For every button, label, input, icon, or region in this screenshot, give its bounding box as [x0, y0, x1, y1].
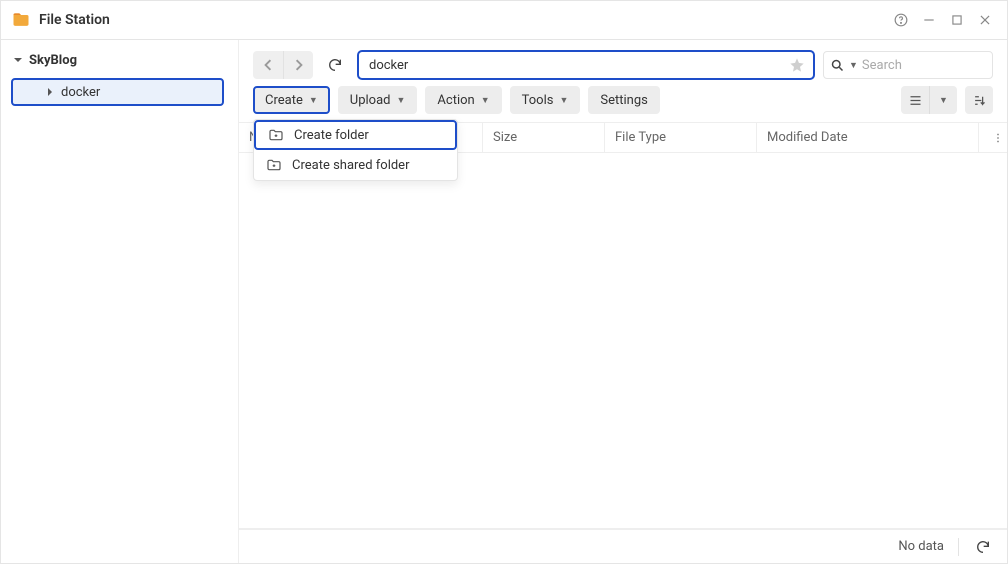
create-shared-folder-label: Create shared folder: [292, 158, 409, 173]
status-text: No data: [898, 539, 944, 554]
nav-forward-button[interactable]: [283, 51, 313, 79]
tools-button[interactable]: Tools▼: [510, 86, 581, 114]
folder-plus-icon: [268, 127, 284, 143]
chevron-down-icon[interactable]: ▼: [849, 60, 858, 71]
chevron-down-icon: ▼: [481, 95, 490, 106]
path-input[interactable]: [369, 58, 789, 73]
create-folder-item[interactable]: Create folder: [254, 120, 457, 150]
tree-child-label: docker: [61, 85, 100, 100]
chevron-down-icon: [11, 55, 25, 65]
search-input[interactable]: [862, 58, 1008, 73]
window-title: File Station: [39, 12, 110, 28]
status-bar: No data: [239, 529, 1007, 563]
create-folder-label: Create folder: [294, 128, 369, 143]
path-box[interactable]: [357, 50, 815, 80]
list-view-button[interactable]: [901, 86, 929, 114]
column-size[interactable]: Size: [483, 123, 605, 152]
main-panel: ▼ Create▼ Upload▼ Action▼ Tools▼ Setting…: [239, 40, 1007, 563]
chevron-down-icon: ▼: [559, 95, 568, 106]
favorite-star-icon[interactable]: [789, 57, 805, 73]
toolbar-navigation: ▼: [239, 40, 1007, 86]
chevron-down-icon: ▼: [397, 95, 406, 106]
create-dropdown: Create folder Create shared folder: [253, 119, 458, 181]
help-button[interactable]: [889, 8, 913, 32]
sort-button[interactable]: [965, 86, 993, 114]
nav-back-forward: [253, 51, 313, 79]
column-options[interactable]: [979, 123, 1007, 152]
maximize-button[interactable]: [945, 8, 969, 32]
tree-root-label: SkyBlog: [29, 53, 77, 68]
column-type[interactable]: File Type: [605, 123, 757, 152]
titlebar: File Station: [1, 1, 1007, 39]
table-body: [239, 153, 1007, 528]
search-box[interactable]: ▼: [823, 51, 993, 79]
search-icon: [830, 58, 845, 73]
refresh-button[interactable]: [321, 51, 349, 79]
tree-child-docker[interactable]: docker: [11, 78, 224, 106]
folder-plus-icon: [266, 157, 282, 173]
minimize-button[interactable]: [917, 8, 941, 32]
toolbar-actions: Create▼ Upload▼ Action▼ Tools▼ Settings …: [239, 86, 1007, 122]
nav-back-button[interactable]: [253, 51, 283, 79]
column-modified[interactable]: Modified Date: [757, 123, 979, 152]
settings-button[interactable]: Settings: [588, 86, 659, 114]
create-shared-folder-item[interactable]: Create shared folder: [254, 150, 457, 180]
view-mode-dropdown[interactable]: ▼: [929, 86, 957, 114]
app-icon: [11, 10, 31, 30]
view-mode-group: ▼: [901, 86, 957, 114]
upload-button[interactable]: Upload▼: [338, 86, 418, 114]
status-refresh-button[interactable]: [973, 537, 993, 557]
tree-root[interactable]: SkyBlog: [1, 46, 238, 74]
sidebar: SkyBlog docker: [1, 40, 239, 563]
file-table: Name Size File Type Modified Date: [239, 122, 1007, 529]
close-button[interactable]: [973, 8, 997, 32]
create-button[interactable]: Create▼: [253, 86, 330, 114]
action-button[interactable]: Action▼: [425, 86, 501, 114]
file-station-window: File Station SkyBlog docker: [0, 0, 1008, 564]
chevron-right-icon: [43, 87, 57, 97]
chevron-down-icon: ▼: [309, 95, 318, 106]
